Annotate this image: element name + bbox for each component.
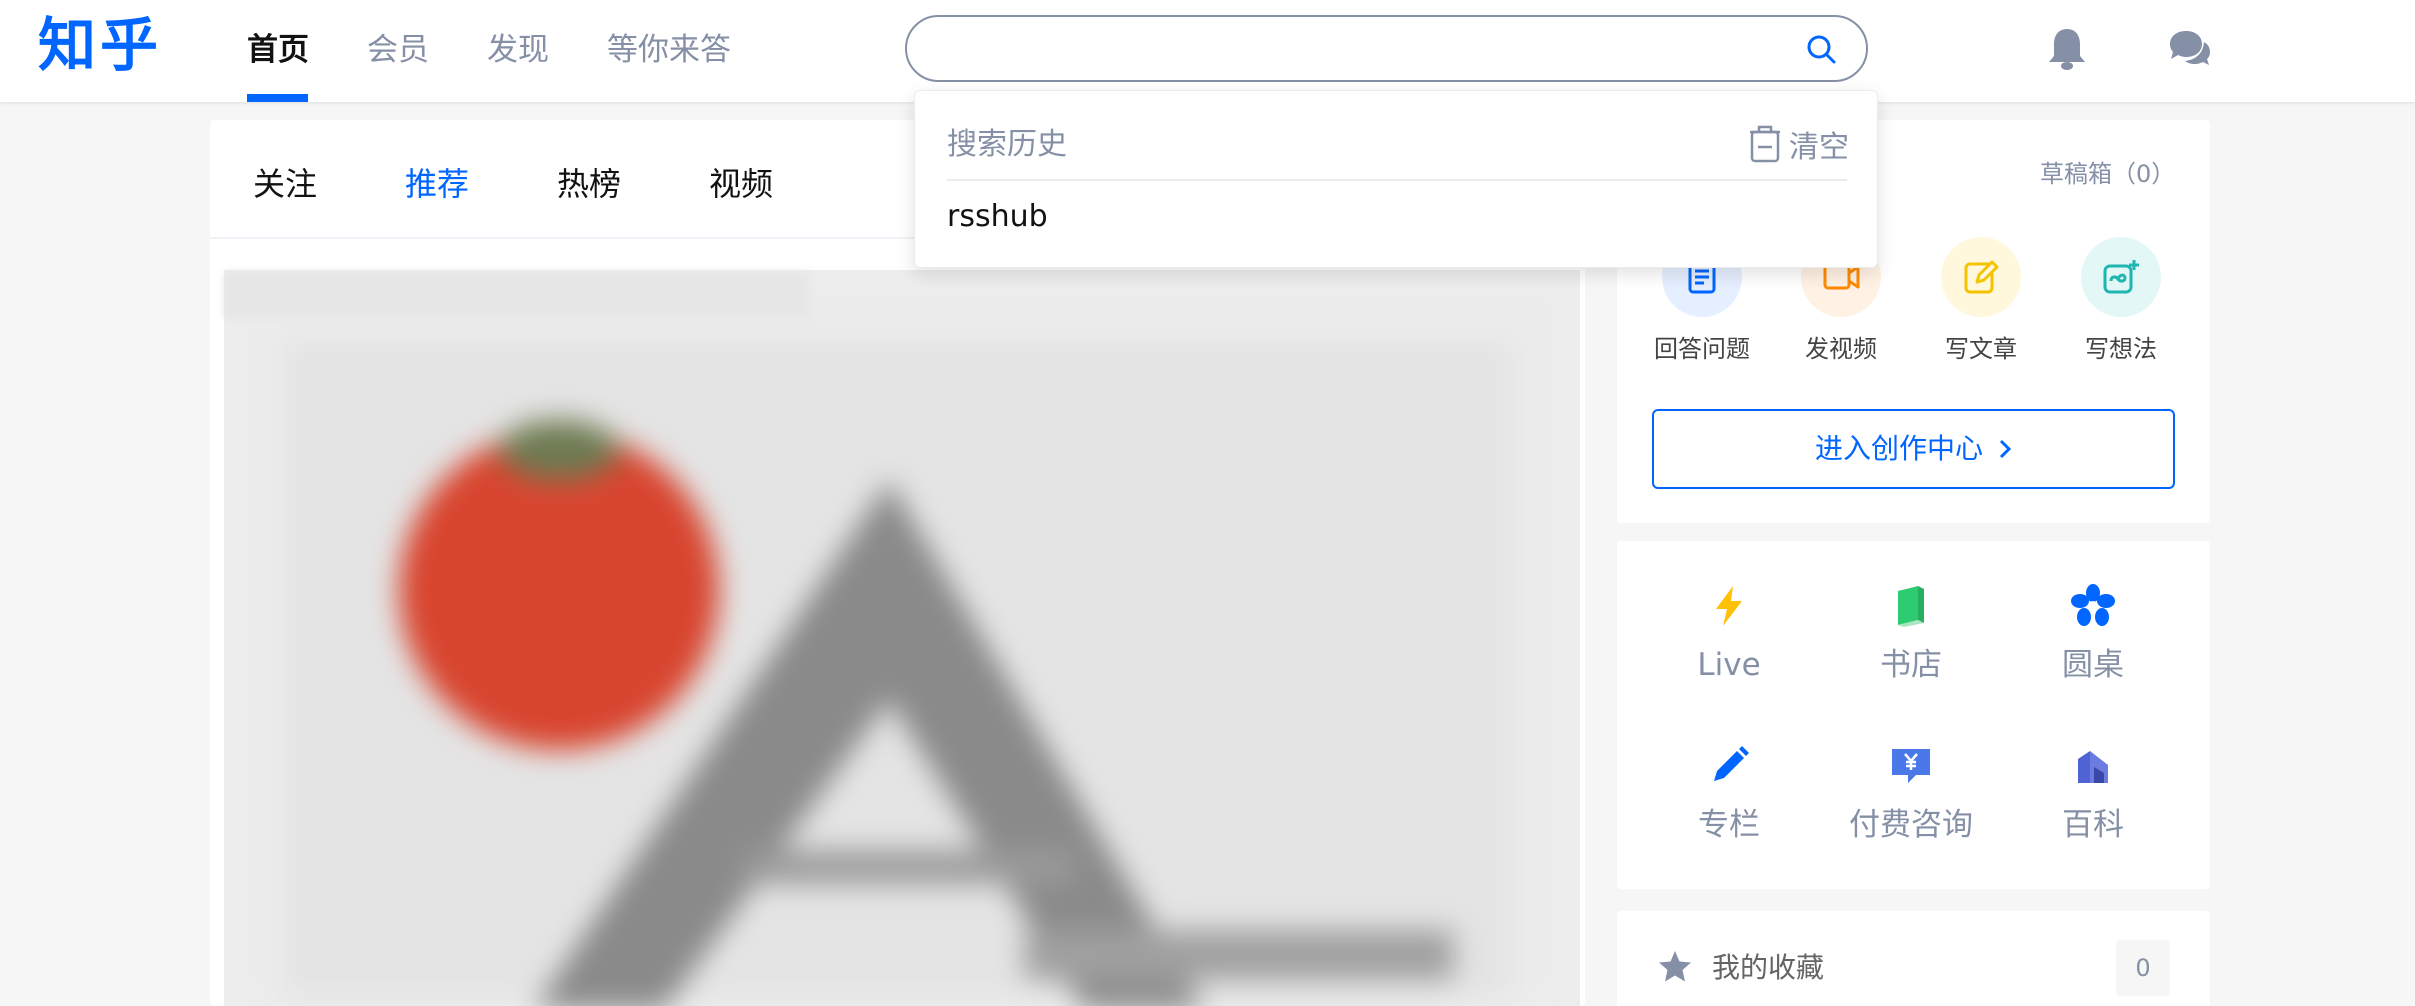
star-icon [1659,951,1691,982]
search-input[interactable] [937,27,1797,71]
chat-icon[interactable] [2166,28,2212,70]
service-live-label: Live [1697,647,1761,683]
create-idea-button[interactable]: 写想法 [2066,237,2176,365]
feed-tab-recommend[interactable]: 推荐 [405,162,469,206]
service-roundtable-label: 圆桌 [2062,647,2124,683]
search-history-item[interactable]: rsshub [947,197,1048,237]
pen-icon [1714,746,1749,781]
chevron-right-icon [1998,411,2012,487]
service-paid-consult-label: 付费咨询 [1849,807,1973,843]
favorites-count: 0 [2116,940,2170,996]
create-answer-label: 回答问题 [1654,335,1750,363]
create-article-button[interactable]: 写文章 [1926,237,2036,365]
create-article-label: 写文章 [1945,335,2017,363]
create-idea-label: 写想法 [2085,335,2157,363]
service-wiki-label: 百科 [2062,807,2124,843]
search-history-divider [947,179,1847,181]
favorites-link[interactable]: 我的收藏 [1712,950,1824,986]
lightning-icon [1716,586,1742,626]
feed-item-blurred[interactable] [224,270,1580,1006]
service-wiki[interactable]: 百科 [2023,743,2163,845]
zhihu-logo[interactable]: 知乎 [38,10,162,80]
service-paid-consult[interactable]: 付费咨询 [1841,743,1981,845]
feed-tab-video[interactable]: 视频 [709,162,773,206]
wiki-icon [2078,751,2108,783]
bell-icon[interactable] [2046,26,2088,72]
service-column[interactable]: 专栏 [1659,743,1799,845]
nav-active-indicator [247,94,308,102]
feed-tab-follow[interactable]: 关注 [253,162,317,206]
nav-tab-vip[interactable]: 会员 [367,30,429,70]
trash-icon [1750,125,1780,163]
service-roundtable[interactable]: 圆桌 [2023,583,2163,685]
feed-item-title-blurred [224,272,809,318]
service-bookstore-label: 书店 [1880,647,1942,683]
creator-center-button[interactable]: 进入创作中心 [1652,409,2175,489]
clear-history-button[interactable]: 清空 [1747,121,1849,167]
search-history-title: 搜索历史 [947,127,1067,162]
paid-consult-icon [1892,749,1930,783]
nav-tab-discover[interactable]: 发现 [487,30,549,70]
feed-item-image [224,270,1580,1006]
service-column-label: 专栏 [1698,807,1760,843]
nav-tab-waiting-answers[interactable]: 等你来答 [607,30,731,70]
idea-icon [2081,237,2161,317]
service-live[interactable]: Live [1659,583,1799,685]
feed-tab-hot[interactable]: 热榜 [557,162,621,206]
creator-center-label: 进入创作中心 [1815,432,1984,465]
search-box[interactable] [905,15,1868,82]
search-history-dropdown: 搜索历史 清空 rsshub [914,90,1878,268]
nav-tab-home[interactable]: 首页 [247,30,309,70]
roundtable-icon [2071,584,2115,626]
clear-history-label: 清空 [1789,130,1849,165]
article-icon [1941,237,2021,317]
top-header: 知乎 首页 会员 发现 等你来答 [0,0,2415,102]
service-bookstore[interactable]: 书店 [1841,583,1981,685]
drafts-link[interactable]: 草稿箱（0） [2040,158,2175,190]
create-video-label: 发视频 [1805,335,1877,363]
book-icon [1898,586,1924,627]
search-icon[interactable] [1805,33,1837,65]
